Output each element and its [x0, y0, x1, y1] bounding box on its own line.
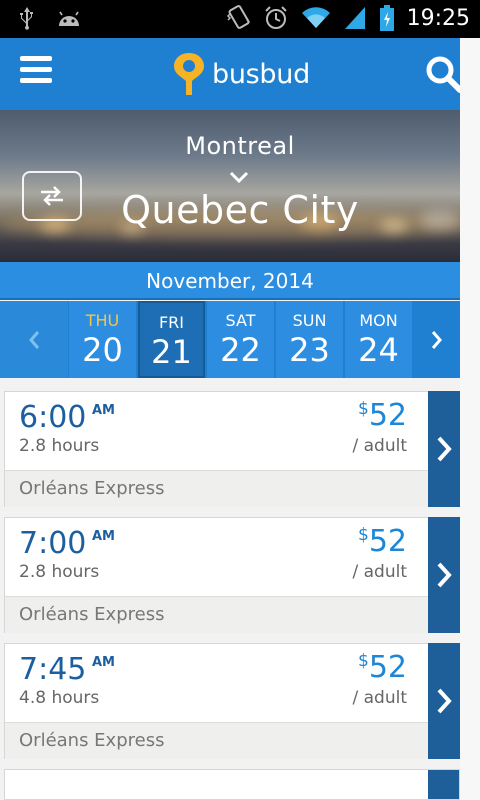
day-of-week: SAT [225, 311, 256, 330]
destination-city[interactable]: Quebec City [0, 188, 460, 232]
day-number: 20 [82, 331, 123, 369]
trip-price: $52 [358, 524, 407, 559]
trip-price: $52 [358, 398, 407, 433]
origin-city[interactable]: Montreal [0, 132, 460, 160]
trip-card[interactable]: 7:00 AM 2.8 hours $52 / adult Orléans Ex… [4, 517, 460, 633]
day-of-week: MON [359, 311, 398, 330]
carrier-row: Orléans Express [5, 596, 429, 633]
clock-time: 19:25 [406, 5, 470, 31]
chevron-left-icon [29, 330, 40, 349]
time-period: AM [92, 655, 115, 670]
day-sun[interactable]: SUN 23 [276, 301, 343, 378]
price-value: 52 [368, 398, 407, 433]
next-dates-button[interactable] [414, 301, 460, 378]
day-of-week: SUN [292, 311, 327, 330]
carrier-row: Orléans Express [5, 470, 429, 507]
carrier-name: Orléans Express [19, 730, 165, 751]
carrier-name: Orléans Express [19, 478, 165, 499]
carrier-row: Orléans Express [5, 722, 429, 759]
currency-symbol: $ [357, 651, 369, 671]
day-of-week: FRI [158, 313, 185, 332]
app-bar: busbud [0, 38, 463, 110]
day-number: 24 [358, 331, 399, 369]
select-trip-button[interactable] [428, 643, 460, 759]
chevron-right-icon [437, 688, 452, 714]
trip-price: $52 [358, 650, 407, 685]
price-unit: / adult [352, 436, 407, 456]
departure-time: 7:45 [19, 652, 87, 687]
time-period: AM [92, 529, 115, 544]
trip-duration: 2.8 hours [19, 562, 100, 582]
wifi-icon [301, 6, 331, 30]
status-bar: 19:25 [0, 0, 480, 38]
carrier-name: Orléans Express [19, 604, 165, 625]
date-picker: THU 20 FRI 21 SAT 22 SUN 23 MON 24 [0, 301, 460, 378]
day-sat[interactable]: SAT 22 [207, 301, 274, 378]
chevron-right-icon [431, 330, 442, 349]
logo-text: busbud [212, 58, 310, 90]
hamburger-menu-icon[interactable] [20, 56, 52, 86]
day-number: 21 [151, 333, 192, 371]
trip-card[interactable]: 6:00 AM 2.8 hours $52 / adult Orléans Ex… [4, 391, 460, 507]
price-value: 52 [368, 650, 407, 685]
previous-dates-button[interactable] [0, 301, 68, 378]
currency-symbol: $ [357, 525, 369, 545]
usb-icon [18, 6, 36, 30]
signal-icon [343, 5, 367, 31]
busbud-logo: busbud [172, 50, 310, 98]
scroll-edge [460, 38, 480, 800]
battery-icon [379, 4, 395, 32]
trip-card-partial[interactable] [4, 769, 460, 800]
select-trip-button[interactable] [428, 770, 459, 799]
select-trip-button[interactable] [428, 391, 460, 507]
alarm-icon [263, 5, 289, 31]
day-thu[interactable]: THU 20 [69, 301, 136, 378]
trip-duration: 2.8 hours [19, 436, 100, 456]
trip-duration: 4.8 hours [19, 688, 100, 708]
chevron-down-icon [229, 171, 249, 184]
android-icon [56, 8, 82, 28]
price-unit: / adult [352, 688, 407, 708]
currency-symbol: $ [357, 399, 369, 419]
trip-card[interactable]: 7:45 AM 4.8 hours $52 / adult Orléans Ex… [4, 643, 460, 759]
day-mon[interactable]: MON 24 [345, 301, 412, 378]
price-unit: / adult [352, 562, 407, 582]
search-icon[interactable] [424, 54, 464, 94]
day-number: 23 [289, 331, 330, 369]
vibrate-icon [225, 4, 251, 32]
chevron-right-icon [437, 436, 452, 462]
month-label: November, 2014 [0, 262, 460, 300]
departure-time: 6:00 [19, 400, 87, 435]
time-period: AM [92, 403, 115, 418]
select-trip-button[interactable] [428, 517, 460, 633]
day-of-week: THU [85, 311, 120, 330]
logo-pin-icon [174, 53, 204, 95]
departure-time: 7:00 [19, 526, 87, 561]
day-number: 22 [220, 331, 261, 369]
chevron-right-icon [437, 562, 452, 588]
route-header: Montreal Quebec City [0, 110, 460, 262]
day-fri[interactable]: FRI 21 [138, 301, 205, 378]
price-value: 52 [368, 524, 407, 559]
